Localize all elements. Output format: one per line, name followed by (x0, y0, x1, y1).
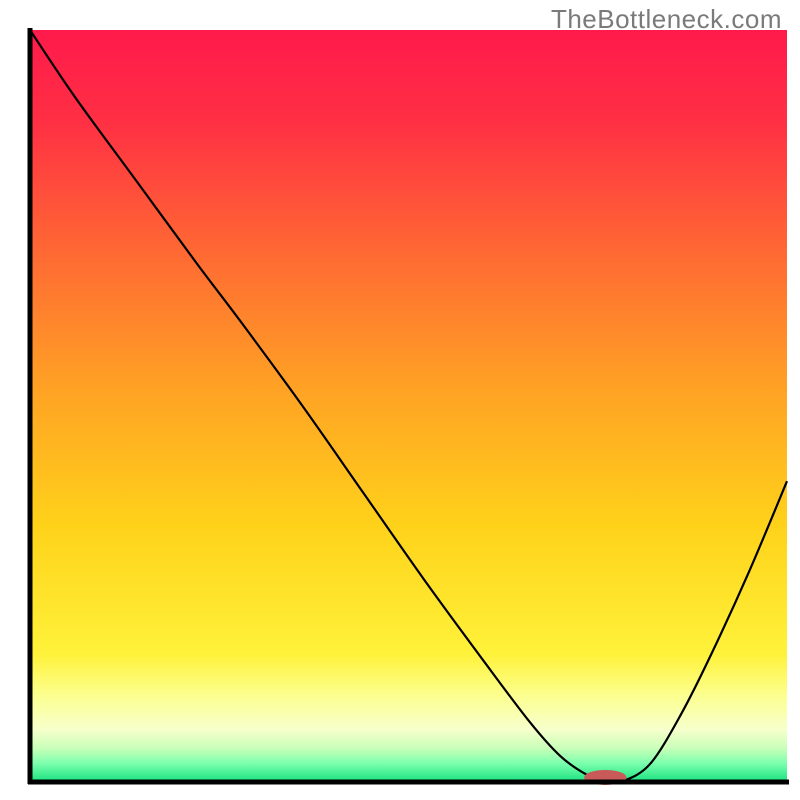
watermark-text: TheBottleneck.com (551, 4, 782, 35)
bottleneck-chart (0, 0, 800, 800)
gradient-background (30, 30, 787, 782)
chart-container: { "watermark": "TheBottleneck.com", "plo… (0, 0, 800, 800)
